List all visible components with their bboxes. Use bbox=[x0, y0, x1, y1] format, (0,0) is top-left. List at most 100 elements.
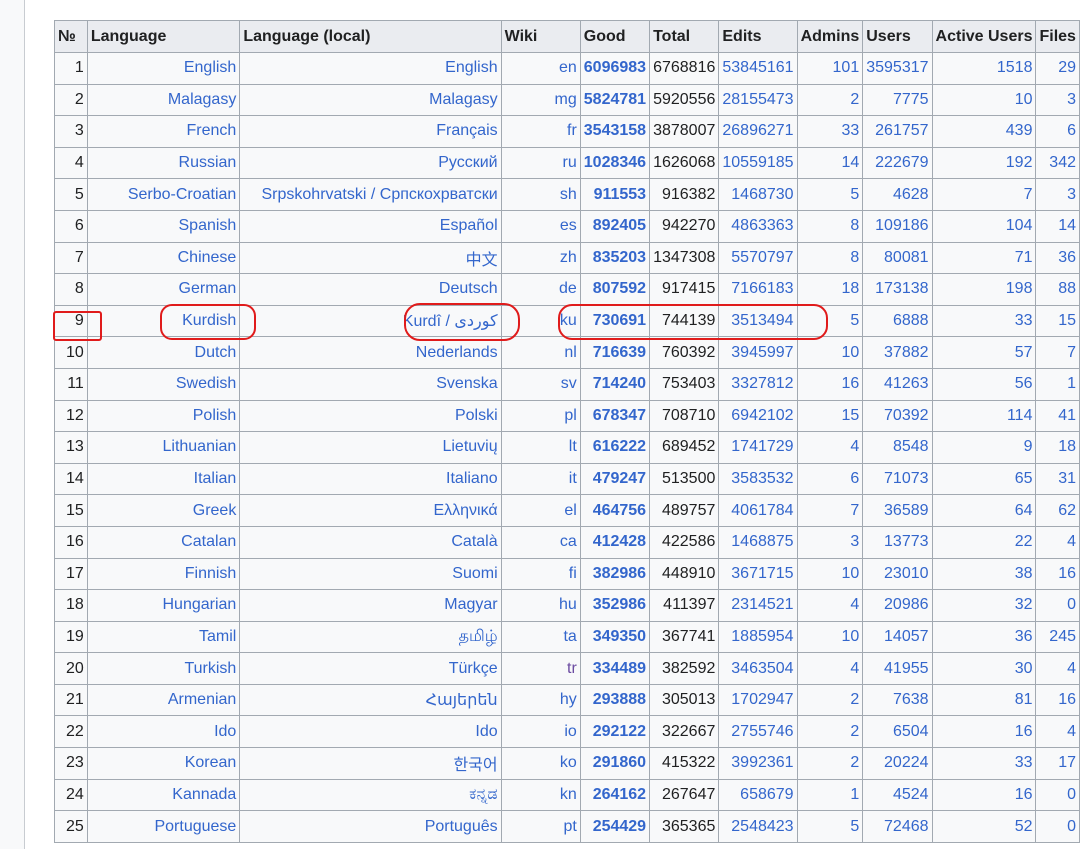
cell-files[interactable]: 16 bbox=[1035, 557, 1080, 591]
cell-files[interactable]: 41 bbox=[1035, 399, 1080, 433]
cell-wiki[interactable]: en bbox=[500, 52, 581, 85]
cell-language-link[interactable]: Korean bbox=[185, 754, 237, 771]
cell-local-link[interactable]: Svenska bbox=[436, 375, 497, 392]
cell-language[interactable]: Dutch bbox=[86, 336, 241, 369]
cell-good[interactable]: 291860 bbox=[579, 747, 651, 780]
cell-edits[interactable]: 1468875 bbox=[718, 525, 798, 559]
cell-active-users[interactable]: 38 bbox=[931, 557, 1037, 591]
cell-local-link[interactable]: English bbox=[445, 59, 497, 76]
cell-users[interactable]: 36589 bbox=[862, 494, 933, 527]
cell-users[interactable]: 7775 bbox=[862, 83, 933, 117]
cell-good[interactable]: 807592 bbox=[579, 273, 651, 306]
cell-users[interactable]: 109186 bbox=[862, 209, 933, 243]
cell-files[interactable]: 7 bbox=[1035, 336, 1080, 369]
cell-language[interactable]: Russian bbox=[86, 146, 241, 180]
cell-good[interactable]: 6096983 bbox=[579, 52, 651, 85]
cell-wiki[interactable]: mg bbox=[500, 83, 581, 117]
cell-active-users[interactable]: 9 bbox=[931, 431, 1037, 464]
cell-active-users[interactable]: 33 bbox=[931, 304, 1037, 338]
cell-wiki-link[interactable]: ko bbox=[560, 754, 577, 771]
cell-files[interactable]: 31 bbox=[1035, 462, 1080, 496]
cell-wiki[interactable]: sv bbox=[500, 367, 581, 401]
cell-local[interactable]: Русский bbox=[239, 146, 502, 180]
cell-users[interactable]: 4628 bbox=[862, 178, 933, 211]
cell-wiki-link[interactable]: pt bbox=[563, 818, 576, 835]
cell-users[interactable]: 4524 bbox=[862, 778, 933, 812]
cell-language[interactable]: Spanish bbox=[86, 209, 241, 243]
cell-language[interactable]: Swedish bbox=[86, 367, 241, 401]
cell-wiki[interactable]: tr bbox=[500, 652, 581, 685]
cell-local-link[interactable]: Português bbox=[425, 818, 498, 835]
cell-language-link[interactable]: Dutch bbox=[195, 344, 237, 361]
cell-edits[interactable]: 2314521 bbox=[718, 589, 798, 622]
cell-local-link[interactable]: Türkçe bbox=[449, 660, 498, 677]
cell-admins[interactable]: 4 bbox=[796, 589, 864, 622]
cell-language-link[interactable]: Armenian bbox=[168, 691, 236, 708]
cell-active-users[interactable]: 33 bbox=[931, 747, 1037, 780]
cell-wiki-link[interactable]: el bbox=[564, 502, 576, 519]
cell-wiki-link[interactable]: pl bbox=[564, 407, 576, 424]
cell-language-link[interactable]: German bbox=[179, 280, 237, 297]
cell-active-users[interactable]: 10 bbox=[931, 83, 1037, 117]
cell-local-link[interactable]: Deutsch bbox=[439, 280, 498, 297]
cell-local-link[interactable]: Català bbox=[451, 533, 497, 550]
cell-language[interactable]: Serbo-Croatian bbox=[86, 178, 241, 211]
col-header-total[interactable]: Total bbox=[649, 20, 720, 53]
cell-language-link[interactable]: Swedish bbox=[176, 375, 236, 392]
cell-admins[interactable]: 5 bbox=[796, 810, 864, 843]
cell-admins[interactable]: 15 bbox=[796, 399, 864, 433]
cell-language[interactable]: Armenian bbox=[86, 683, 241, 717]
cell-admins[interactable]: 14 bbox=[796, 146, 864, 180]
cell-active-users[interactable]: 1518 bbox=[931, 52, 1037, 85]
cell-local-link[interactable]: Malagasy bbox=[429, 91, 497, 108]
cell-active-users[interactable]: 22 bbox=[931, 525, 1037, 559]
cell-edits[interactable]: 3945997 bbox=[718, 336, 798, 369]
cell-good[interactable]: 293888 bbox=[579, 683, 651, 717]
cell-wiki-link[interactable]: fr bbox=[567, 122, 577, 139]
cell-edits[interactable]: 26896271 bbox=[718, 115, 798, 148]
cell-good[interactable]: 892405 bbox=[579, 209, 651, 243]
cell-users[interactable]: 20986 bbox=[862, 589, 933, 622]
cell-local[interactable]: Deutsch bbox=[239, 273, 502, 306]
col-header-files[interactable]: Files bbox=[1035, 20, 1080, 53]
cell-local[interactable]: Español bbox=[239, 209, 502, 243]
cell-language[interactable]: Chinese bbox=[86, 241, 241, 275]
cell-users[interactable]: 6888 bbox=[862, 304, 933, 338]
cell-local[interactable]: Malagasy bbox=[239, 83, 502, 117]
cell-wiki[interactable]: fi bbox=[500, 557, 581, 591]
cell-good[interactable]: 352986 bbox=[579, 589, 651, 622]
cell-wiki-link[interactable]: sh bbox=[560, 186, 577, 203]
cell-edits[interactable]: 6942102 bbox=[718, 399, 798, 433]
cell-wiki[interactable]: lt bbox=[500, 431, 581, 464]
cell-admins[interactable]: 33 bbox=[796, 115, 864, 148]
cell-users[interactable]: 72468 bbox=[862, 810, 933, 843]
cell-admins[interactable]: 10 bbox=[796, 620, 864, 654]
cell-language-link[interactable]: Ido bbox=[214, 723, 236, 740]
cell-edits[interactable]: 53845161 bbox=[718, 52, 798, 85]
cell-admins[interactable]: 5 bbox=[796, 304, 864, 338]
cell-local-link[interactable]: Magyar bbox=[444, 596, 497, 613]
cell-wiki-link[interactable]: de bbox=[559, 280, 577, 297]
cell-wiki[interactable]: ta bbox=[500, 620, 581, 654]
cell-active-users[interactable]: 114 bbox=[931, 399, 1037, 433]
cell-language[interactable]: Polish bbox=[86, 399, 241, 433]
cell-users[interactable]: 20224 bbox=[862, 747, 933, 780]
cell-admins[interactable]: 10 bbox=[796, 336, 864, 369]
cell-language-link[interactable]: Turkish bbox=[184, 660, 236, 677]
cell-users[interactable]: 41955 bbox=[862, 652, 933, 685]
cell-wiki[interactable]: pl bbox=[500, 399, 581, 433]
cell-files[interactable]: 14 bbox=[1035, 209, 1080, 243]
cell-local-link[interactable]: Lietuvių bbox=[442, 438, 497, 455]
cell-wiki[interactable]: el bbox=[500, 494, 581, 527]
cell-admins[interactable]: 2 bbox=[796, 683, 864, 717]
cell-local[interactable]: 中文 bbox=[239, 241, 502, 275]
cell-files[interactable]: 4 bbox=[1035, 652, 1080, 685]
cell-admins[interactable]: 2 bbox=[796, 715, 864, 749]
cell-local-link[interactable]: 한국어 bbox=[453, 757, 497, 774]
cell-wiki[interactable]: ku bbox=[500, 304, 581, 338]
cell-language[interactable]: Korean bbox=[86, 747, 241, 780]
cell-users[interactable]: 23010 bbox=[862, 557, 933, 591]
cell-good[interactable]: 911553 bbox=[579, 178, 651, 211]
cell-good[interactable]: 835203 bbox=[579, 241, 651, 275]
cell-language-link[interactable]: Finnish bbox=[185, 565, 237, 582]
